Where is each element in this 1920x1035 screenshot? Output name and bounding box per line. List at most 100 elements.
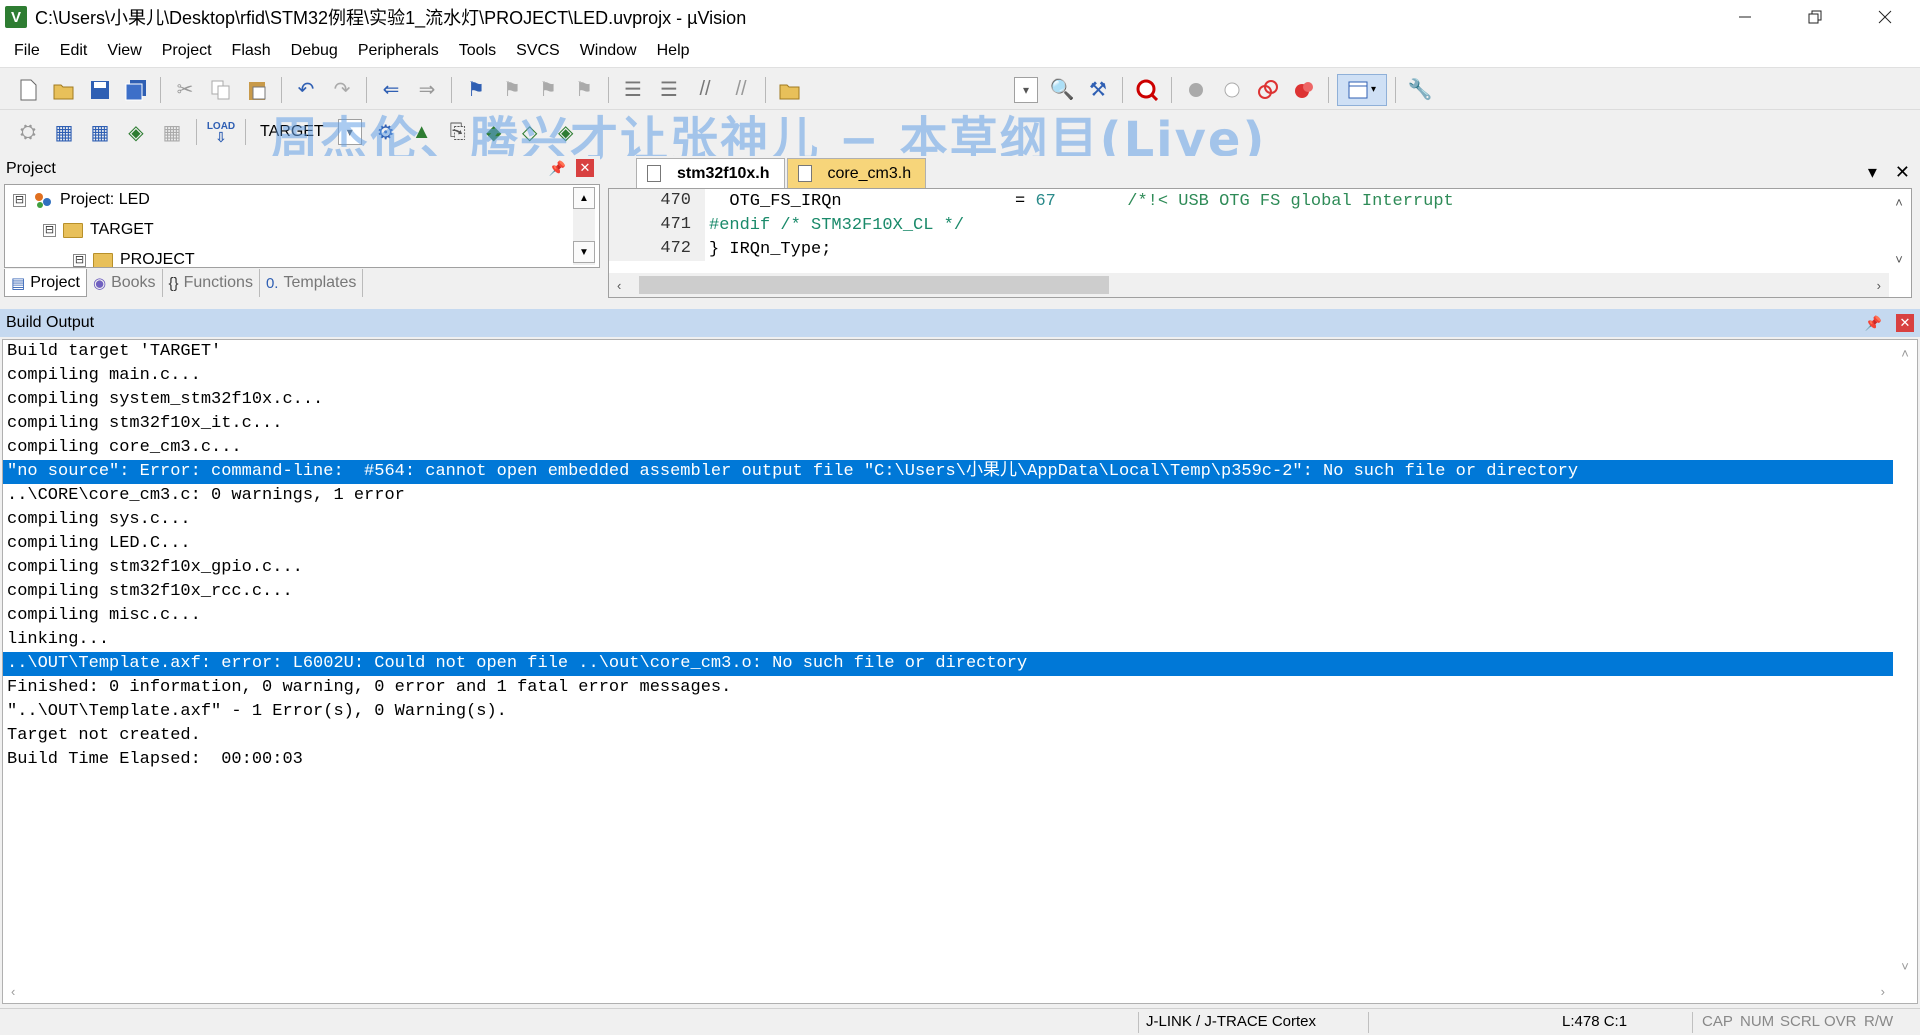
menu-view[interactable]: View xyxy=(97,34,151,68)
tab-core-cm3-h[interactable]: core_cm3.h xyxy=(786,158,927,188)
debug-session-icon[interactable] xyxy=(1131,74,1163,106)
clear-bookmarks-icon[interactable]: ⚑ xyxy=(568,74,600,106)
navigate-back-icon[interactable]: ⇐ xyxy=(375,74,407,106)
window-layout-icon[interactable]: ▾ xyxy=(1337,73,1387,106)
prev-bookmark-icon[interactable]: ⚑ xyxy=(496,74,528,106)
build-output-line-selected[interactable]: ..\OUT\Template.axf: error: L6002U: Coul… xyxy=(3,652,1893,676)
manage-rte-icon[interactable]: ◆ xyxy=(478,116,510,148)
menu-window[interactable]: Window xyxy=(570,34,647,68)
tree-item-target[interactable]: ⊟ TARGET xyxy=(5,215,599,245)
build-icon[interactable]: ▦ xyxy=(48,116,80,148)
enable-breakpoint-icon[interactable] xyxy=(1216,74,1248,106)
restore-button[interactable] xyxy=(1780,0,1850,34)
save-icon[interactable] xyxy=(84,74,116,106)
menu-tools[interactable]: Tools xyxy=(449,34,506,68)
tree-item-project[interactable]: ⊟ Project: LED xyxy=(5,185,599,215)
indent-icon[interactable]: ☰ xyxy=(617,74,649,106)
target-dropdown[interactable]: ▾ xyxy=(337,119,362,145)
tab-books[interactable]: ◉ Books xyxy=(87,269,163,297)
menu-debug[interactable]: Debug xyxy=(281,34,348,68)
close-panel-icon[interactable]: ✕ xyxy=(1896,314,1914,332)
batch-build-icon[interactable]: ◈ xyxy=(120,116,152,148)
editor-vertical-scrollbar[interactable]: ˄ ˅ xyxy=(1887,189,1911,273)
menu-project[interactable]: Project xyxy=(152,34,222,68)
scroll-up-icon[interactable]: ˄ xyxy=(1895,195,1903,210)
scroll-up-icon[interactable]: ▲ xyxy=(573,187,595,209)
paste-icon[interactable] xyxy=(241,74,273,106)
translate-icon[interactable]: ⛭ xyxy=(12,116,44,148)
build-output-line[interactable]: ..\CORE\core_cm3.c: 0 warnings, 1 error xyxy=(3,484,1917,508)
build-output-window[interactable]: Build target 'TARGET' compiling main.c...… xyxy=(2,339,1918,1004)
tab-functions[interactable]: {} Functions xyxy=(163,269,260,297)
build-output-line[interactable]: compiling system_stm32f10x.c... xyxy=(3,388,1917,412)
menu-file[interactable]: File xyxy=(4,34,50,68)
menu-help[interactable]: Help xyxy=(647,34,700,68)
collapse-icon[interactable]: ⊟ xyxy=(73,253,86,267)
new-file-icon[interactable] xyxy=(12,74,44,106)
tab-stm32f10x-h[interactable]: stm32f10x.h xyxy=(636,158,785,188)
save-all-icon[interactable] xyxy=(120,74,152,106)
pack-installer-icon[interactable]: ◇ xyxy=(514,116,546,148)
next-bookmark-icon[interactable]: ⚑ xyxy=(532,74,564,106)
editor-horizontal-scrollbar[interactable]: ‹ › xyxy=(609,273,1889,297)
build-output-vertical-scrollbar[interactable]: ˄ ˅ xyxy=(1893,340,1917,980)
minimize-button[interactable] xyxy=(1710,0,1780,34)
navigate-forward-icon[interactable]: ⇒ xyxy=(411,74,443,106)
build-output-line[interactable]: linking... xyxy=(3,628,1917,652)
tab-list-dropdown-icon[interactable]: ▾ xyxy=(1868,162,1877,183)
scroll-down-icon[interactable]: ▼ xyxy=(573,241,595,263)
cut-icon[interactable]: ✂ xyxy=(169,74,201,106)
scroll-right-icon[interactable]: › xyxy=(1877,278,1881,293)
build-output-line[interactable]: "..\OUT\Template.axf" - 1 Error(s), 0 Wa… xyxy=(3,700,1917,724)
tab-project[interactable]: ▤ Project xyxy=(4,269,87,297)
collapse-icon[interactable]: ⊟ xyxy=(13,193,26,207)
code-text-area[interactable]: 470 OTG_FS_IRQn = 67 /*!< USB OTG FS glo… xyxy=(608,188,1912,298)
incremental-find-icon[interactable]: ⚒ xyxy=(1082,74,1114,106)
project-tree[interactable]: ⊟ Project: LED ⊟ TARGET ⊟ PROJECT ▲ ▼ xyxy=(4,184,600,268)
find-icon[interactable]: 🔍 xyxy=(1046,74,1078,106)
device-database-icon[interactable]: ◈ xyxy=(550,116,582,148)
build-output-line[interactable]: compiling stm32f10x_gpio.c... xyxy=(3,556,1917,580)
configure-icon[interactable]: 🔧 xyxy=(1404,74,1436,106)
kill-breakpoints-icon[interactable] xyxy=(1288,74,1320,106)
close-editor-icon[interactable]: ✕ xyxy=(1895,162,1910,183)
insert-bookmark-icon[interactable]: ⚑ xyxy=(460,74,492,106)
scroll-right-icon[interactable]: › xyxy=(1881,984,1885,999)
close-panel-icon[interactable]: ✕ xyxy=(576,159,594,177)
find-combo-dropdown[interactable]: ▾ xyxy=(1014,76,1038,103)
build-output-line-selected[interactable]: "no source": Error: command-line: #564: … xyxy=(3,460,1893,484)
build-output-line[interactable]: compiling stm32f10x_it.c... xyxy=(3,412,1917,436)
pin-icon[interactable]: 📌 xyxy=(1865,315,1882,332)
build-output-line[interactable]: compiling stm32f10x_rcc.c... xyxy=(3,580,1917,604)
scroll-down-icon[interactable]: ˅ xyxy=(1895,252,1903,267)
pin-icon[interactable]: 📌 xyxy=(549,160,566,177)
insert-breakpoint-icon[interactable] xyxy=(1180,74,1212,106)
uncomment-icon[interactable]: // xyxy=(725,74,757,106)
stop-build-icon[interactable]: ▦ xyxy=(156,116,188,148)
unindent-icon[interactable]: ☰ xyxy=(653,74,685,106)
build-output-line[interactable]: Build Time Elapsed: 00:00:03 xyxy=(3,748,1917,772)
menu-svcs[interactable]: SVCS xyxy=(506,34,570,68)
collapse-icon[interactable]: ⊟ xyxy=(43,223,56,237)
build-output-line[interactable]: compiling misc.c... xyxy=(3,604,1917,628)
menu-peripherals[interactable]: Peripherals xyxy=(348,34,449,68)
close-button[interactable] xyxy=(1850,0,1920,34)
build-output-line[interactable]: compiling LED.C... xyxy=(3,532,1917,556)
build-output-line[interactable]: compiling sys.c... xyxy=(3,508,1917,532)
undo-icon[interactable]: ↶ xyxy=(290,74,322,106)
redo-icon[interactable]: ↷ xyxy=(326,74,358,106)
scrollbar-thumb[interactable] xyxy=(639,276,1109,294)
build-output-line[interactable]: Finished: 0 information, 0 warning, 0 er… xyxy=(3,676,1917,700)
scroll-up-icon[interactable]: ˄ xyxy=(1901,346,1909,361)
manage-project-items-icon[interactable]: ▲ xyxy=(406,116,438,148)
scroll-down-icon[interactable]: ˅ xyxy=(1901,959,1909,974)
select-packs-icon[interactable]: ⎘ xyxy=(442,116,474,148)
build-output-line[interactable]: Build target 'TARGET' xyxy=(3,340,1917,364)
menu-edit[interactable]: Edit xyxy=(50,34,98,68)
tree-item-project-group[interactable]: ⊟ PROJECT xyxy=(5,245,599,267)
target-select[interactable]: TARGET xyxy=(260,123,324,141)
download-icon[interactable]: LOAD ⇩ xyxy=(205,116,237,148)
target-options-icon[interactable]: ⚙ xyxy=(370,116,402,148)
find-in-files-icon[interactable] xyxy=(774,74,806,106)
build-output-line[interactable]: compiling core_cm3.c... xyxy=(3,436,1917,460)
